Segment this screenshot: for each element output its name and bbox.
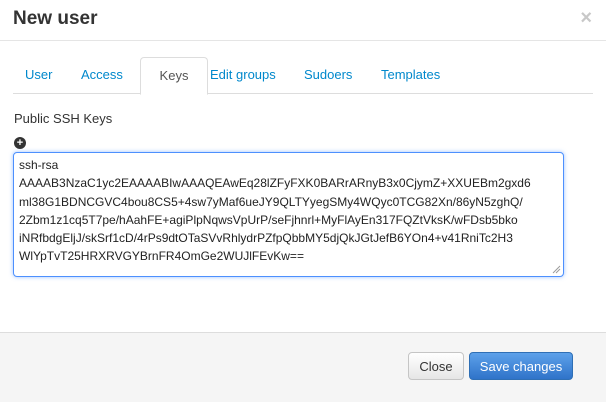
ssh-keys-label: Public SSH Keys <box>14 111 113 126</box>
tab-user[interactable]: User <box>13 57 64 92</box>
ssh-key-textarea[interactable]: ssh-rsa AAAAB3NzaC1yc2EAAAABIwAAAQEAwEq2… <box>14 153 563 274</box>
new-user-dialog: New user × User Access Keys Edit groups … <box>0 0 606 402</box>
resize-handle-icon[interactable] <box>552 265 561 274</box>
dialog-footer: Close Save changes <box>0 332 606 402</box>
ssh-key-textarea-wrapper: ssh-rsa AAAAB3NzaC1yc2EAAAABIwAAAQEAwEq2… <box>13 152 564 277</box>
close-button[interactable]: Close <box>408 352 464 380</box>
plus-circle-icon[interactable]: + <box>14 137 26 149</box>
tab-sudoers[interactable]: Sudoers <box>292 57 364 92</box>
tab-edit-groups[interactable]: Edit groups <box>198 57 288 92</box>
tab-templates[interactable]: Templates <box>369 57 452 92</box>
save-changes-button[interactable]: Save changes <box>469 352 573 380</box>
dialog-title: New user <box>13 8 98 29</box>
close-icon[interactable]: × <box>580 8 592 28</box>
dialog-header: New user × <box>0 0 606 41</box>
tab-bar: User Access Keys Edit groups Sudoers Tem… <box>13 57 593 95</box>
tab-access[interactable]: Access <box>69 57 135 92</box>
